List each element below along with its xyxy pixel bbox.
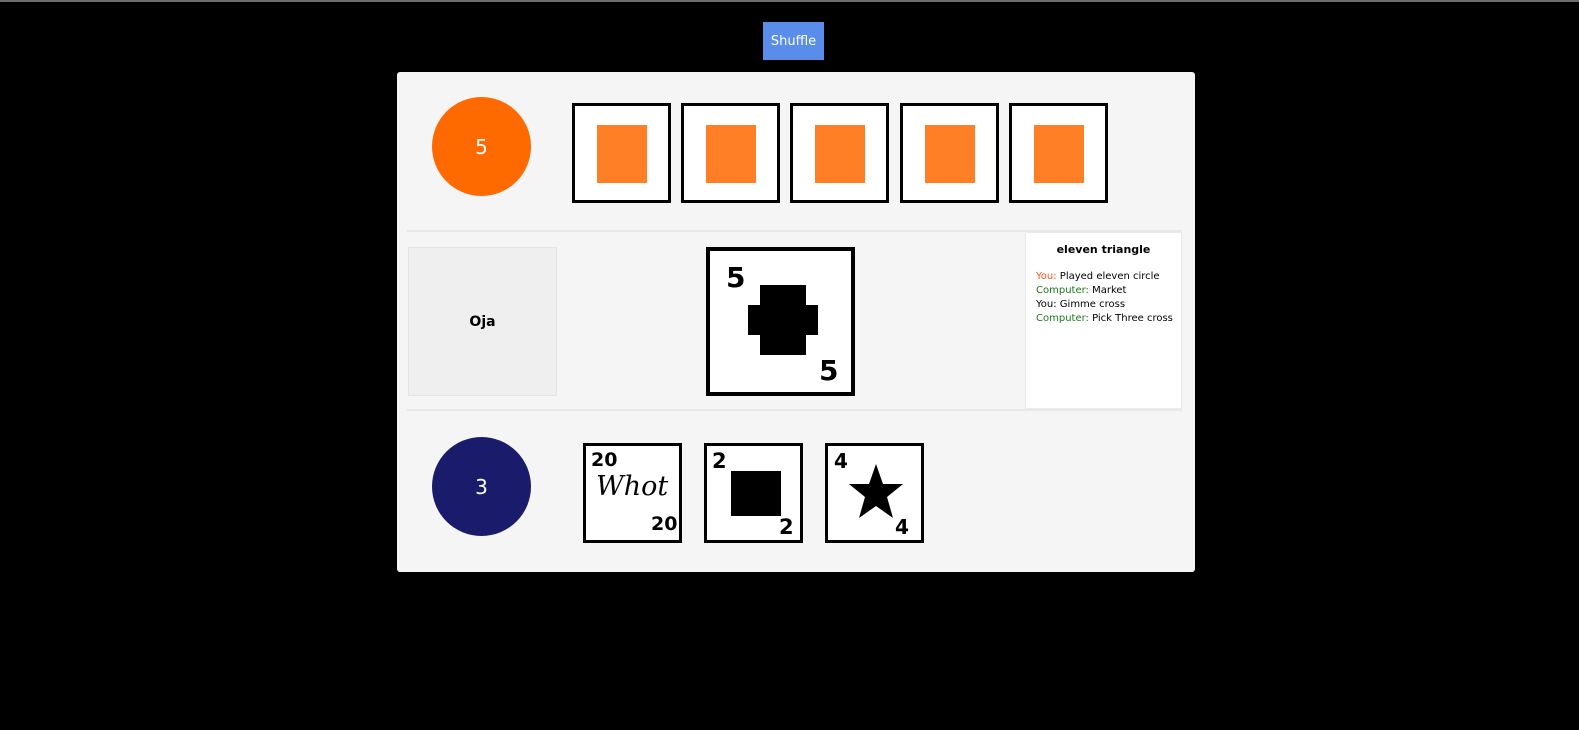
opponent-card-back (572, 103, 671, 203)
row-divider (407, 409, 1182, 411)
market-pile[interactable]: Oja (408, 247, 557, 396)
card-back-pattern-icon (706, 125, 756, 183)
log-entry-speaker: Computer: (1036, 285, 1089, 296)
card-number-top: 2 (712, 449, 727, 473)
log-entry-text: Market (1088, 285, 1127, 296)
card-number-bottom: 4 (895, 515, 909, 539)
log-entry: You: Played eleven circle (1026, 270, 1181, 284)
log-entry: Computer: Pick Three cross (1026, 312, 1181, 326)
shuffle-button[interactable]: Shuffle (763, 22, 824, 60)
log-entry-text: Pick Three cross (1088, 313, 1173, 324)
card-number-top: 4 (834, 449, 848, 473)
card-number-top: 5 (726, 261, 746, 294)
log-entry-speaker: You: (1036, 271, 1057, 282)
card-back-pattern-icon (597, 125, 647, 183)
cross-icon (748, 285, 818, 355)
whot-icon: Whot (596, 471, 669, 502)
game-log-panel: eleven triangle You: Played eleven circl… (1025, 232, 1182, 409)
hand-card-star[interactable]: 4 4 (825, 443, 924, 543)
card-number-bottom: 5 (819, 354, 839, 387)
log-entry-speaker: You: (1036, 299, 1057, 310)
hand-card-square[interactable]: 2 2 (704, 443, 803, 543)
log-entry-text: Played eleven circle (1056, 271, 1160, 282)
opponent-card-back (900, 103, 999, 203)
card-back-pattern-icon (925, 125, 975, 183)
card-back-pattern-icon (1034, 125, 1084, 183)
log-entry-text: Gimme cross (1056, 299, 1126, 310)
played-card: 5 5 (706, 247, 855, 396)
log-entry: You: Gimme cross (1026, 298, 1181, 312)
player-card-count-badge: 3 (432, 437, 531, 536)
opponent-card-back (790, 103, 889, 203)
opponent-card-back (681, 103, 780, 203)
log-entry: Computer: Market (1026, 284, 1181, 298)
called-shape-title: eleven triangle (1056, 243, 1151, 256)
star-icon (849, 464, 903, 518)
log-entry-speaker: Computer: (1036, 313, 1089, 324)
opponent-card-back (1009, 103, 1108, 203)
hand-card-whot[interactable]: 20 Whot 20 (583, 443, 682, 543)
card-number-top: 20 (591, 449, 618, 471)
window-top-border (0, 0, 1579, 2)
card-back-pattern-icon (815, 125, 865, 183)
opponent-card-count-badge: 5 (432, 97, 531, 196)
square-icon (731, 471, 781, 516)
card-number-bottom: 2 (779, 515, 794, 539)
card-number-bottom: 20 (651, 513, 678, 535)
game-board: 5 Oja 5 5 eleven triangle You: Played el… (397, 72, 1195, 572)
